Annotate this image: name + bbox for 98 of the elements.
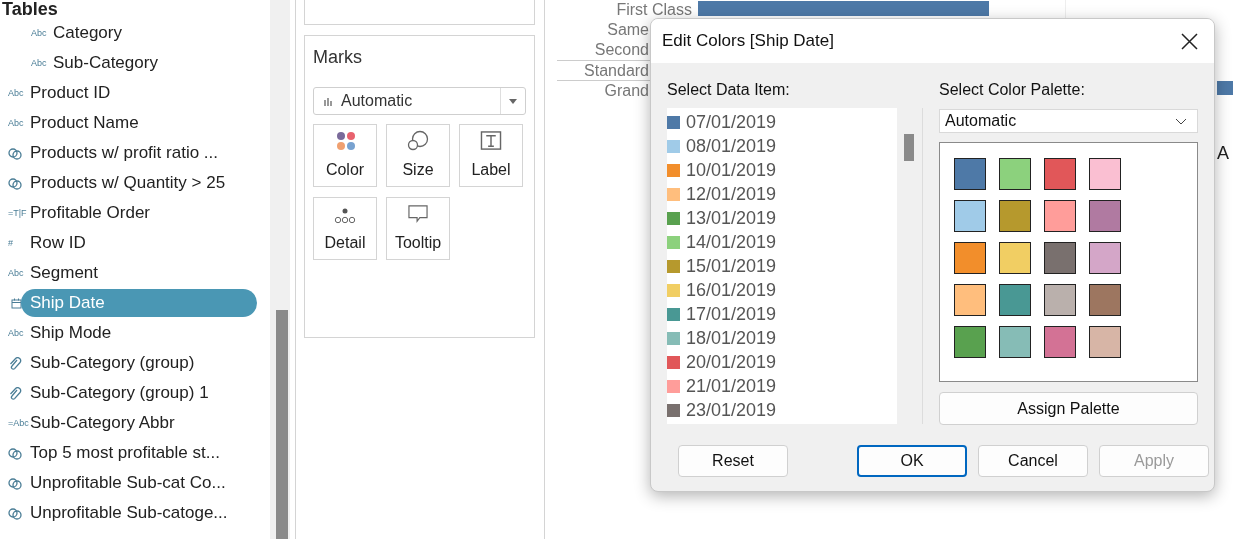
data-item[interactable]: 08/01/2019 <box>686 135 777 157</box>
field-type-icon: # <box>8 238 30 248</box>
field-item[interactable]: Sub-Category (group) <box>30 349 195 377</box>
palette-swatch[interactable] <box>999 200 1031 232</box>
speech-bubble-icon <box>407 205 429 224</box>
field-item[interactable]: Sub-Category <box>53 49 158 77</box>
data-item[interactable]: 10/01/2019 <box>686 159 777 181</box>
dots-icon <box>334 208 356 224</box>
palette-swatch[interactable] <box>1044 326 1076 358</box>
assign-palette-button[interactable]: Assign Palette <box>939 392 1198 425</box>
data-item[interactable]: 14/01/2019 <box>686 231 777 253</box>
field-item[interactable]: Row ID <box>30 229 86 257</box>
marks-card-button[interactable]: Color <box>313 124 377 187</box>
marks-card-button[interactable]: Tooltip <box>386 197 450 260</box>
field-type-icon: Abc <box>8 88 30 98</box>
field-type-icon: Abc <box>31 28 53 38</box>
paperclip-icon <box>8 386 22 400</box>
data-item[interactable]: 21/01/2019 <box>686 375 777 397</box>
field-type-icon: Abc <box>31 58 53 68</box>
palette-swatch[interactable] <box>1089 242 1121 274</box>
field-item[interactable]: Unprofitable Sub-catoge... <box>30 499 228 527</box>
palette-swatch[interactable] <box>999 284 1031 316</box>
field-item[interactable]: Sub-Category Abbr <box>30 409 175 437</box>
text-icon <box>480 131 502 151</box>
field-type-icon: Abc <box>8 328 30 338</box>
caret-icon <box>509 98 517 104</box>
palette-swatch[interactable] <box>999 326 1031 358</box>
marks-card-button[interactable]: Size <box>386 124 450 187</box>
close-icon <box>1180 32 1198 50</box>
palette-swatch[interactable] <box>1089 284 1121 316</box>
dialog-title: Edit Colors [Ship Date] <box>662 30 835 53</box>
color-dots-icon <box>334 131 356 151</box>
marks-card-button[interactable]: Detail <box>313 197 377 260</box>
dialog-button[interactable]: OK <box>857 445 967 477</box>
palette-swatch[interactable] <box>954 326 986 358</box>
palette-swatch[interactable] <box>954 242 986 274</box>
field-item[interactable]: Segment <box>30 259 99 287</box>
palette-value: Automatic <box>945 111 1018 131</box>
palette-swatch[interactable] <box>1089 200 1121 232</box>
field-item[interactable]: Profitable Order <box>30 199 150 227</box>
close-button[interactable] <box>1178 30 1200 52</box>
field-type-icon: Abc <box>8 118 30 128</box>
palette-label: Select Color Palette: <box>939 81 1086 99</box>
palette-swatch[interactable] <box>1044 242 1076 274</box>
data-item[interactable]: 07/01/2019 <box>686 111 777 133</box>
bar-chart-icon <box>324 96 333 106</box>
scrollbar-thumb[interactable] <box>904 134 914 161</box>
palette-swatch[interactable] <box>954 284 986 316</box>
palette-swatch[interactable] <box>1044 284 1076 316</box>
palette-swatch[interactable] <box>1044 200 1076 232</box>
palette-swatch[interactable] <box>1089 158 1121 190</box>
row-label: First Class <box>615 0 692 20</box>
palette-swatch[interactable] <box>954 200 986 232</box>
palette-swatch[interactable] <box>954 158 986 190</box>
data-item[interactable]: 17/01/2019 <box>686 303 777 325</box>
field-item[interactable]: Ship Mode <box>30 319 112 347</box>
field-type-icon: =Abc <box>8 418 30 428</box>
palette-swatch[interactable] <box>999 158 1031 190</box>
field-item[interactable]: Products w/ profit ratio ... <box>30 139 218 167</box>
field-item[interactable]: Products w/ Quantity > 25 <box>30 169 226 197</box>
field-item[interactable]: Category <box>53 19 122 47</box>
field-item[interactable]: Top 5 most profitable st... <box>30 439 220 467</box>
data-item[interactable]: 13/01/2019 <box>686 207 777 229</box>
data-item[interactable]: 20/01/2019 <box>686 351 777 373</box>
calendar-icon <box>11 297 22 309</box>
circles-icon <box>407 130 429 151</box>
palette-swatch[interactable] <box>1044 158 1076 190</box>
section-heading: Tables <box>1 0 59 18</box>
scrollbar-thumb[interactable] <box>275 310 288 539</box>
dialog-button[interactable]: Cancel <box>978 445 1088 477</box>
set-icon <box>8 446 22 460</box>
field-type-icon: =T|F <box>8 208 30 218</box>
set-icon <box>8 476 22 490</box>
palette-dropdown[interactable]: Automatic <box>939 109 1198 133</box>
field-item[interactable]: Unprofitable Sub-cat Co... <box>30 469 226 497</box>
field-item[interactable]: Product ID <box>30 79 111 107</box>
header-text: A <box>1217 142 1229 165</box>
data-item[interactable]: 23/01/2019 <box>686 399 777 421</box>
dialog-button[interactable]: Reset <box>678 445 788 477</box>
paperclip-icon <box>8 356 22 370</box>
data-item[interactable]: 18/01/2019 <box>686 327 777 349</box>
marks-card-button[interactable]: Label <box>459 124 523 187</box>
field-item[interactable]: Product Name <box>30 109 139 137</box>
data-item[interactable]: 15/01/2019 <box>686 255 777 277</box>
mark-type-value: Automatic <box>341 91 414 111</box>
data-item[interactable]: 16/01/2019 <box>686 279 777 301</box>
field-item[interactable]: Sub-Category (group) 1 <box>30 379 209 407</box>
data-item[interactable]: 12/01/2019 <box>686 183 777 205</box>
set-icon <box>8 506 22 520</box>
palette-swatch[interactable] <box>1089 326 1121 358</box>
set-icon <box>8 176 22 190</box>
palette-swatch[interactable] <box>999 242 1031 274</box>
marks-title: Marks <box>313 47 363 67</box>
field-type-icon: Abc <box>8 268 30 278</box>
mark-type-dropdown[interactable]: Automatic <box>313 87 526 115</box>
bar <box>1217 81 1233 95</box>
chevron-down-icon <box>1175 117 1187 125</box>
set-icon <box>8 146 22 160</box>
